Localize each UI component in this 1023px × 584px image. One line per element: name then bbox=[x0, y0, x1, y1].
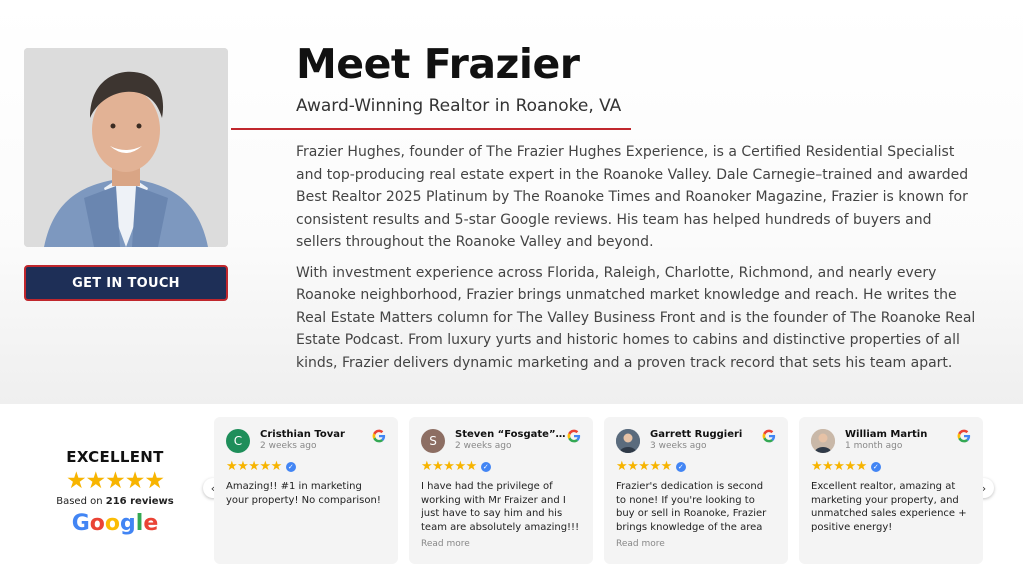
review-card[interactable]: Garrett Ruggieri 3 weeks ago ★★★★★ ✓ Fra… bbox=[604, 417, 788, 564]
reviewer-name: William Martin bbox=[845, 429, 928, 440]
bio-paragraph-1: Frazier Hughes, founder of The Frazier H… bbox=[296, 144, 969, 250]
reviewer-name: Steven “Fosgate” Mc... bbox=[455, 429, 567, 440]
review-count: Based on 216 reviews bbox=[56, 496, 174, 507]
google-g-icon bbox=[957, 429, 971, 443]
review-text: Excellent realtor, amazing at marketing … bbox=[811, 481, 967, 533]
bio-text: Frazier Hughes, founder of The Frazier H… bbox=[296, 141, 976, 382]
verified-check-icon: ✓ bbox=[870, 461, 881, 472]
review-date: 2 weeks ago bbox=[455, 441, 512, 451]
google-g-icon bbox=[762, 429, 776, 443]
review-text: Frazier's dedication is second to none! … bbox=[616, 481, 767, 533]
review-stars: ★★★★★ bbox=[226, 459, 282, 474]
review-date: 3 weeks ago bbox=[650, 441, 707, 451]
accent-divider bbox=[231, 128, 631, 130]
get-in-touch-button[interactable]: GET IN TOUCH bbox=[24, 265, 228, 301]
reviewer-name: Cristhian Tovar bbox=[260, 429, 345, 440]
verified-check-icon: ✓ bbox=[480, 461, 491, 472]
agent-photo bbox=[24, 48, 228, 247]
hero-section: GET IN TOUCH Meet Frazier Award-Winning … bbox=[0, 0, 1023, 404]
read-more-link[interactable]: Read more bbox=[616, 539, 776, 549]
reviewer-avatar bbox=[616, 429, 640, 453]
review-stars: ★★★★★ bbox=[811, 459, 867, 474]
rating-stars: ★★★★★ bbox=[65, 468, 165, 494]
reviewer-avatar: C bbox=[226, 429, 250, 453]
verified-check-icon: ✓ bbox=[675, 461, 686, 472]
review-card[interactable]: William Martin 1 month ago ★★★★★ ✓ Excel… bbox=[799, 417, 983, 564]
read-more-link[interactable]: Read more bbox=[421, 539, 581, 549]
rating-label: EXCELLENT bbox=[66, 448, 164, 466]
review-stars: ★★★★★ bbox=[421, 459, 477, 474]
bio-paragraph-2: With investment experience across Florid… bbox=[296, 264, 976, 371]
reviewer-avatar bbox=[811, 429, 835, 453]
verified-check-icon: ✓ bbox=[285, 461, 296, 472]
rating-summary: EXCELLENT ★★★★★ Based on 216 reviews Goo… bbox=[55, 448, 175, 536]
review-stars: ★★★★★ bbox=[616, 459, 672, 474]
google-logo: Google bbox=[71, 511, 159, 536]
page-subtitle: Award-Winning Realtor in Roanoke, VA bbox=[296, 96, 622, 116]
review-date: 2 weeks ago bbox=[260, 441, 317, 451]
review-card[interactable]: S Steven “Fosgate” Mc... 2 weeks ago ★★★… bbox=[409, 417, 593, 564]
page-title: Meet Frazier bbox=[296, 40, 580, 88]
reviewer-avatar: S bbox=[421, 429, 445, 453]
review-date: 1 month ago bbox=[845, 441, 903, 451]
google-g-icon bbox=[567, 429, 581, 443]
review-text: Amazing!! #1 in marketing your property!… bbox=[226, 481, 381, 506]
review-text: I have had the privilege of working with… bbox=[421, 481, 580, 533]
google-g-icon bbox=[372, 429, 386, 443]
review-card[interactable]: C Cristhian Tovar 2 weeks ago ★★★★★ ✓ Am… bbox=[214, 417, 398, 564]
reviewer-name: Garrett Ruggieri bbox=[650, 429, 743, 440]
